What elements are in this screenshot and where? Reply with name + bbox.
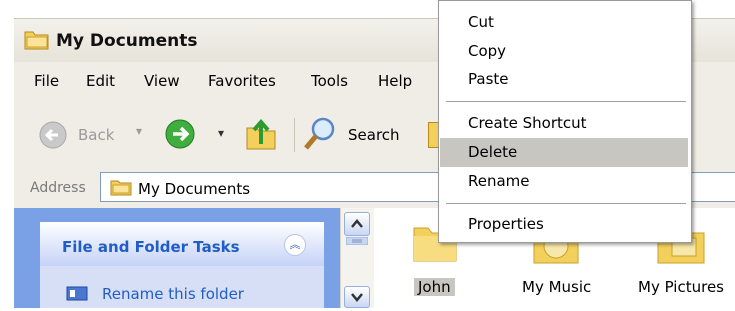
chevron-up-icon [351,219,363,228]
menu-item-copy[interactable]: Copy [468,42,506,60]
up-folder-icon[interactable] [244,114,278,152]
menu-item-rename[interactable]: Rename [468,172,530,190]
rename-folder-link[interactable]: Rename this folder [102,285,244,303]
scroll-down-button[interactable] [344,286,370,308]
scroll-thumb[interactable] [346,237,368,245]
back-dropdown-icon: ▾ [136,124,143,138]
collapse-chevron-icon[interactable]: ︽ [284,234,306,256]
menu-favorites[interactable]: Favorites [208,72,276,90]
folder-icon [110,180,132,196]
menu-item-cut[interactable]: Cut [468,13,494,31]
menu-item-create-shortcut[interactable]: Create Shortcut [468,114,587,132]
folder-label-music[interactable]: My Music [522,278,591,296]
folder-label-pictures[interactable]: My Pictures [638,278,724,296]
back-button[interactable]: Back ▾ [38,118,154,152]
menu-item-properties[interactable]: Properties [468,215,544,233]
address-label: Address [30,180,86,196]
folder-label-john[interactable]: John [414,278,455,296]
back-label: Back [78,126,115,144]
chevron-down-icon [351,293,363,302]
menu-tools[interactable]: Tools [311,72,348,90]
menu-edit[interactable]: Edit [86,72,115,90]
toolbar-separator [294,118,295,152]
address-value: My Documents [138,180,251,198]
back-arrow-icon [39,121,67,149]
menu-separator [446,101,686,102]
panel-title: File and Folder Tasks [62,238,240,256]
menu-item-delete[interactable]: Delete [468,143,517,161]
menu-file[interactable]: File [34,72,59,90]
window-title: My Documents [56,31,198,51]
menu-item-paste[interactable]: Paste [468,70,509,88]
menu-help[interactable]: Help [378,72,412,90]
scroll-up-button[interactable] [344,212,370,236]
search-button[interactable]: Search [302,114,416,154]
forward-button[interactable] [164,118,196,150]
search-label: Search [348,126,400,144]
menu-view[interactable]: View [144,72,180,90]
folder-icon [24,31,49,50]
search-icon [304,117,335,150]
menu-separator [446,203,686,204]
forward-dropdown-icon[interactable]: ▾ [218,126,224,140]
rename-folder-icon [66,286,88,301]
